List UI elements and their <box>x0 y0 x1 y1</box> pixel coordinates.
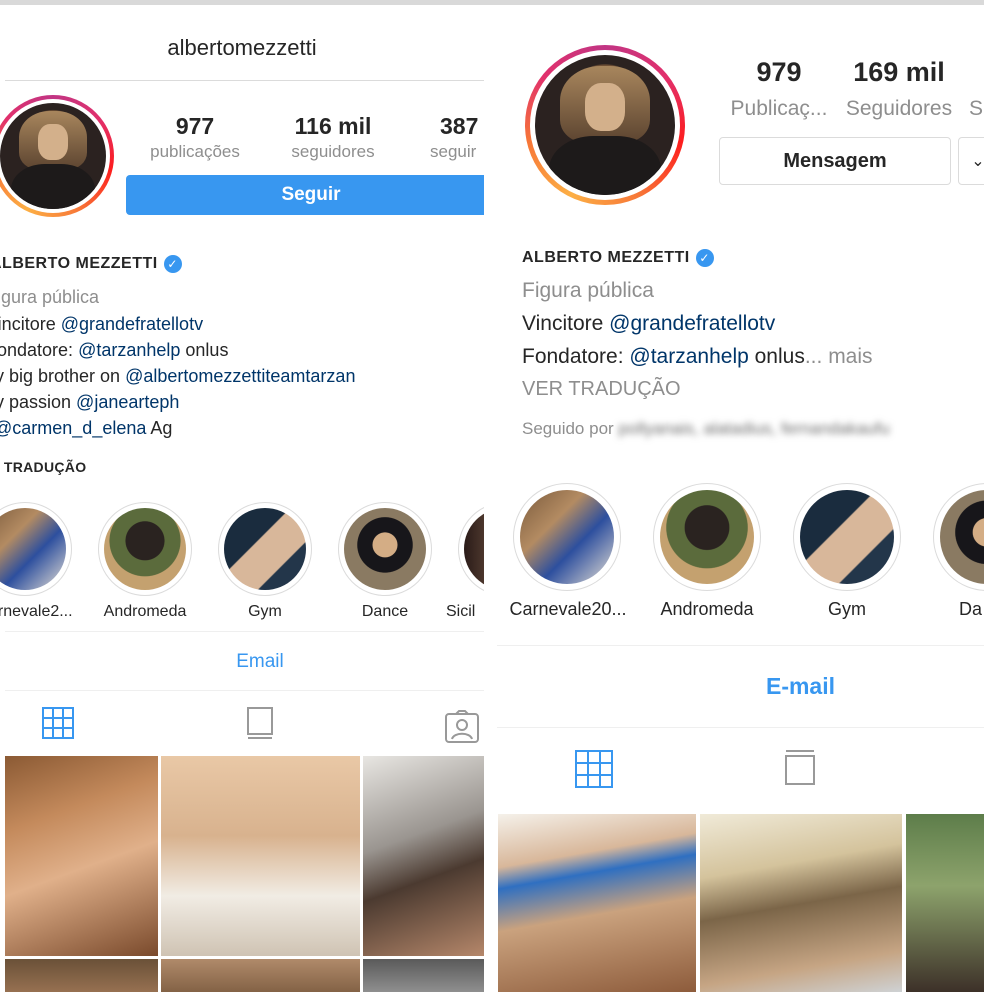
post-thumbnail[interactable] <box>363 756 484 956</box>
bio-text: Vincitore <box>522 312 610 335</box>
bio-text: My passion <box>0 392 72 412</box>
following-count[interactable]: 387 <box>440 113 484 140</box>
bio-mention-link[interactable]: @grandefratellotv <box>61 314 203 334</box>
highlight-image <box>104 508 186 590</box>
highlights-divider <box>497 645 984 646</box>
message-button[interactable]: Mensagem <box>719 137 951 185</box>
followed-by-label: Seguido por <box>522 419 614 438</box>
grid-icon[interactable] <box>573 748 615 790</box>
post-thumbnail[interactable] <box>700 814 902 992</box>
profile-name: ALBERTO MEZZETTI ✓ <box>522 249 714 267</box>
highlight-image <box>344 508 426 590</box>
bio-mention-link[interactable]: @carmen_d_elena <box>0 418 146 438</box>
highlight-label: Andromeda <box>103 603 187 620</box>
followed-by[interactable]: Seguido por pollyanais, alatadius, ferna… <box>522 419 890 439</box>
tagged-icon[interactable] <box>443 709 481 745</box>
right-profile-screenshot: 979 Publicaç... 169 mil Seguidores S Men… <box>497 5 984 992</box>
profile-name-text: ALBERTO MEZZETTI <box>0 255 158 273</box>
bio-text: My big brother on <box>0 366 121 386</box>
bio-text: Ag <box>146 418 173 438</box>
email-divider <box>497 727 984 728</box>
post-thumbnail[interactable] <box>363 959 484 992</box>
verified-badge-icon: ✓ <box>695 249 714 267</box>
profile-category: Figura pública <box>522 279 654 302</box>
bio-line-1: Vincitore @grandefratellotv <box>522 312 775 336</box>
see-translation-link[interactable]: VER TRADUÇÃO <box>522 378 681 401</box>
suggested-dropdown-button[interactable]: ⌄ <box>958 137 984 185</box>
bio-mention-link[interactable]: @tarzanhelp <box>78 340 180 360</box>
see-translation-link[interactable]: VER TRADUÇÃO <box>0 459 86 475</box>
header-divider <box>5 80 484 81</box>
bio-line-2: Fondatore: @tarzanhelp onlus... mais <box>522 345 873 369</box>
panel-divider <box>484 5 497 992</box>
following-label[interactable]: S <box>969 97 984 121</box>
highlight-label: Da <box>959 599 983 619</box>
profile-avatar[interactable] <box>0 95 114 217</box>
bio-line-1: Vincitore @grandefratellotv <box>0 314 203 335</box>
followed-by-names[interactable]: pollyanais, alatadius, fernandakaufu <box>618 419 889 438</box>
post-thumbnail[interactable] <box>161 756 360 956</box>
bio-text: Fondatore: <box>0 340 74 360</box>
highlight-label: Sicil <box>446 603 476 620</box>
highlight-label: Gym <box>248 603 282 620</box>
posts-count: 979 <box>756 57 802 87</box>
profile-name-text: ALBERTO MEZZETTI <box>522 249 690 267</box>
bio-mention-link[interactable]: @albertomezzettiteamtarzan <box>125 366 355 386</box>
bio-line-2: Fondatore: @tarzanhelp onlus <box>0 340 228 361</box>
bio-text: onlus <box>748 345 805 368</box>
bio-ellipsis: ... <box>804 345 823 368</box>
email-contact-button[interactable]: Email <box>0 651 484 673</box>
verified-badge-icon: ✓ <box>163 255 182 273</box>
profile-avatar[interactable] <box>525 45 685 205</box>
highlight-label: Dance <box>361 603 409 620</box>
bio-line-4: My passion @janearteph <box>0 392 179 413</box>
profile-category: Figura pública <box>0 287 100 307</box>
posts-count: 977 <box>175 113 215 139</box>
bio-line-5: @carmen_d_elena Ag <box>0 418 172 439</box>
left-profile-screenshot: albertomezzetti 977 publicações 116 mil … <box>0 5 484 992</box>
bio-text: onlus <box>180 340 229 360</box>
feed-icon[interactable] <box>244 705 276 741</box>
followers-count[interactable]: 169 mil <box>839 57 959 88</box>
highlight-label: Andromeda <box>660 599 754 619</box>
post-thumbnail[interactable] <box>161 959 360 992</box>
followers-label[interactable]: seguidores <box>273 142 393 162</box>
post-thumbnail[interactable] <box>906 814 984 992</box>
post-thumbnail[interactable] <box>498 814 696 992</box>
profile-username-header: albertomezzetti <box>167 35 317 60</box>
highlights-divider <box>5 631 484 632</box>
feed-icon[interactable] <box>782 748 818 790</box>
highlight-image <box>224 508 306 590</box>
highlight-label: Carnevale2... <box>0 603 73 620</box>
email-divider <box>5 690 484 691</box>
follow-button[interactable]: Seguir <box>126 175 484 215</box>
followers-count[interactable]: 116 mil <box>273 113 393 140</box>
highlight-image <box>520 490 614 584</box>
posts-label: Publicaç... <box>730 97 828 120</box>
bio-line-3: My big brother on @albertomezzettiteamta… <box>0 366 355 387</box>
highlight-label: Gym <box>828 599 866 619</box>
highlight-image <box>800 490 894 584</box>
highlight-label: Carnevale20... <box>509 599 627 619</box>
bio-more-link[interactable]: mais <box>822 345 872 368</box>
bio-mention-link[interactable]: @grandefratellotv <box>609 312 775 335</box>
bio-text: Vincitore <box>0 314 56 334</box>
posts-label: publicações <box>150 142 240 161</box>
post-thumbnail[interactable] <box>5 959 158 992</box>
bio-mention-link[interactable]: @janearteph <box>76 392 179 412</box>
email-contact-button[interactable]: E-mail <box>497 673 984 700</box>
following-label[interactable]: seguir <box>430 142 484 162</box>
bio-mention-link[interactable]: @tarzanhelp <box>629 345 748 368</box>
post-thumbnail[interactable] <box>5 756 158 956</box>
chevron-down-icon: ⌄ <box>971 153 984 170</box>
profile-name: ALBERTO MEZZETTI ✓ <box>0 255 182 273</box>
highlight-image <box>660 490 754 584</box>
grid-icon[interactable] <box>40 705 76 741</box>
followers-label[interactable]: Seguidores <box>839 97 959 121</box>
bio-text: Fondatore: <box>522 345 630 368</box>
